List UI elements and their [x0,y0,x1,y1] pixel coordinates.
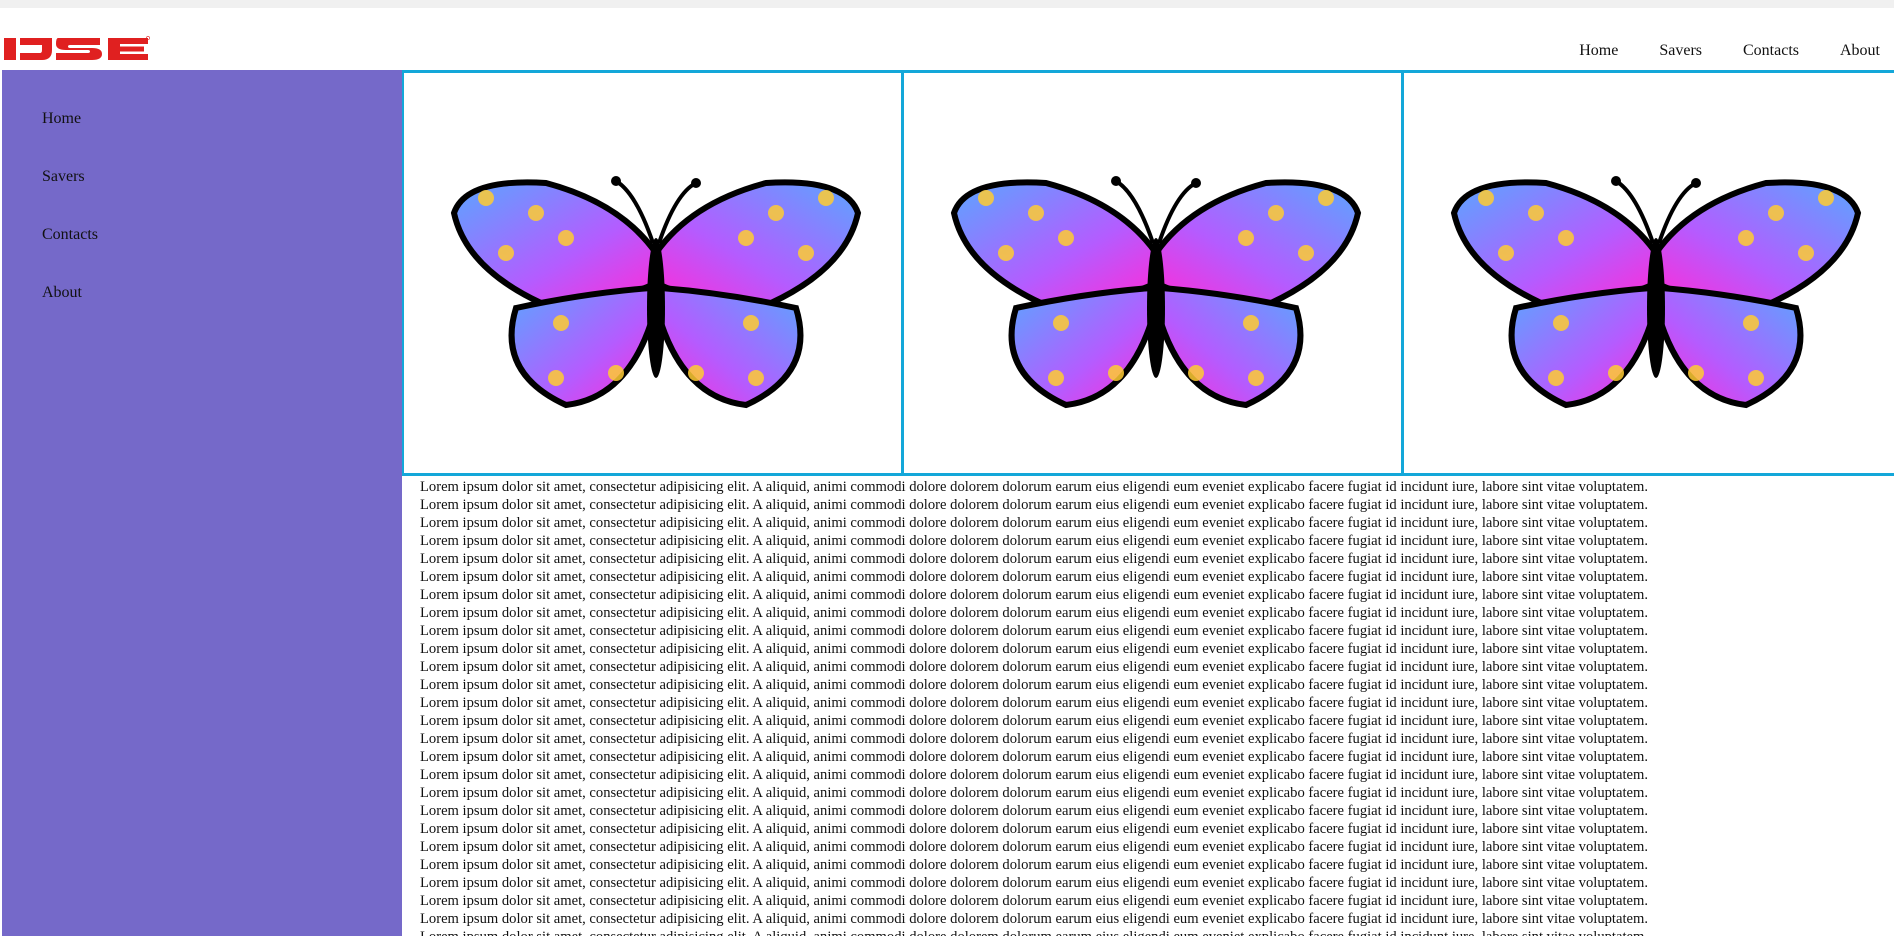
top-nav-about-link[interactable]: About [1840,42,1880,60]
top-header: Home Savers Contacts About [0,0,1894,70]
lorem-line: Lorem ipsum dolor sit amet, consectetur … [420,875,1648,891]
gallery-tile-2 [904,73,1404,473]
butterfly-image [950,176,1362,409]
gallery-tile-1 [402,73,904,473]
content-text: Lorem ipsum dolor sit amet, consectetur … [420,478,1880,936]
sidebar-item-savers[interactable]: Savers [42,168,85,186]
lorem-line: Lorem ipsum dolor sit amet, consectetur … [420,641,1648,657]
sidebar: Home Savers Contacts About [2,70,402,936]
image-gallery [402,70,1894,476]
lorem-line: Lorem ipsum dolor sit amet, consectetur … [420,857,1648,873]
lorem-line: Lorem ipsum dolor sit amet, consectetur … [420,677,1648,693]
lorem-line: Lorem ipsum dolor sit amet, consectetur … [420,533,1648,549]
ijse-logo [4,36,150,60]
lorem-line: Lorem ipsum dolor sit amet, consectetur … [420,785,1648,801]
gallery-tile-3 [1404,73,1894,473]
lorem-line: Lorem ipsum dolor sit amet, consectetur … [420,749,1648,765]
top-nav-home-link[interactable]: Home [1579,42,1618,60]
lorem-line: Lorem ipsum dolor sit amet, consectetur … [420,587,1648,603]
lorem-line: Lorem ipsum dolor sit amet, consectetur … [420,479,1648,495]
lorem-line: Lorem ipsum dolor sit amet, consectetur … [420,928,1880,936]
lorem-line: Lorem ipsum dolor sit amet, consectetur … [420,623,1648,639]
sidebar-item-home[interactable]: Home [42,110,81,128]
lorem-line: Lorem ipsum dolor sit amet, consectetur … [420,515,1648,531]
sidebar-item-about[interactable]: About [42,284,82,302]
lorem-line: Lorem ipsum dolor sit amet, consectetur … [420,839,1648,855]
top-nav-savers-link[interactable]: Savers [1659,42,1702,60]
top-nav-contacts-link[interactable]: Contacts [1743,42,1799,60]
lorem-line: Lorem ipsum dolor sit amet, consectetur … [420,911,1648,927]
butterfly-image [1450,176,1862,409]
lorem-line: Lorem ipsum dolor sit amet, consectetur … [420,821,1648,837]
lorem-line: Lorem ipsum dolor sit amet, consectetur … [420,551,1648,567]
lorem-line: Lorem ipsum dolor sit amet, consectetur … [420,659,1648,675]
top-nav: Home Savers Contacts About [1538,42,1880,60]
lorem-line: Lorem ipsum dolor sit amet, consectetur … [420,497,1648,513]
lorem-line: Lorem ipsum dolor sit amet, consectetur … [420,731,1648,747]
lorem-line: Lorem ipsum dolor sit amet, consectetur … [420,767,1648,783]
lorem-line: Lorem ipsum dolor sit amet, consectetur … [420,605,1648,621]
lorem-line: Lorem ipsum dolor sit amet, consectetur … [420,695,1648,711]
lorem-line: Lorem ipsum dolor sit amet, consectetur … [420,569,1648,585]
butterfly-image [450,176,862,409]
sidebar-item-contacts[interactable]: Contacts [42,226,98,244]
lorem-line: Lorem ipsum dolor sit amet, consectetur … [420,803,1648,819]
lorem-line: Lorem ipsum dolor sit amet, consectetur … [420,713,1648,729]
lorem-line: Lorem ipsum dolor sit amet, consectetur … [420,893,1648,909]
